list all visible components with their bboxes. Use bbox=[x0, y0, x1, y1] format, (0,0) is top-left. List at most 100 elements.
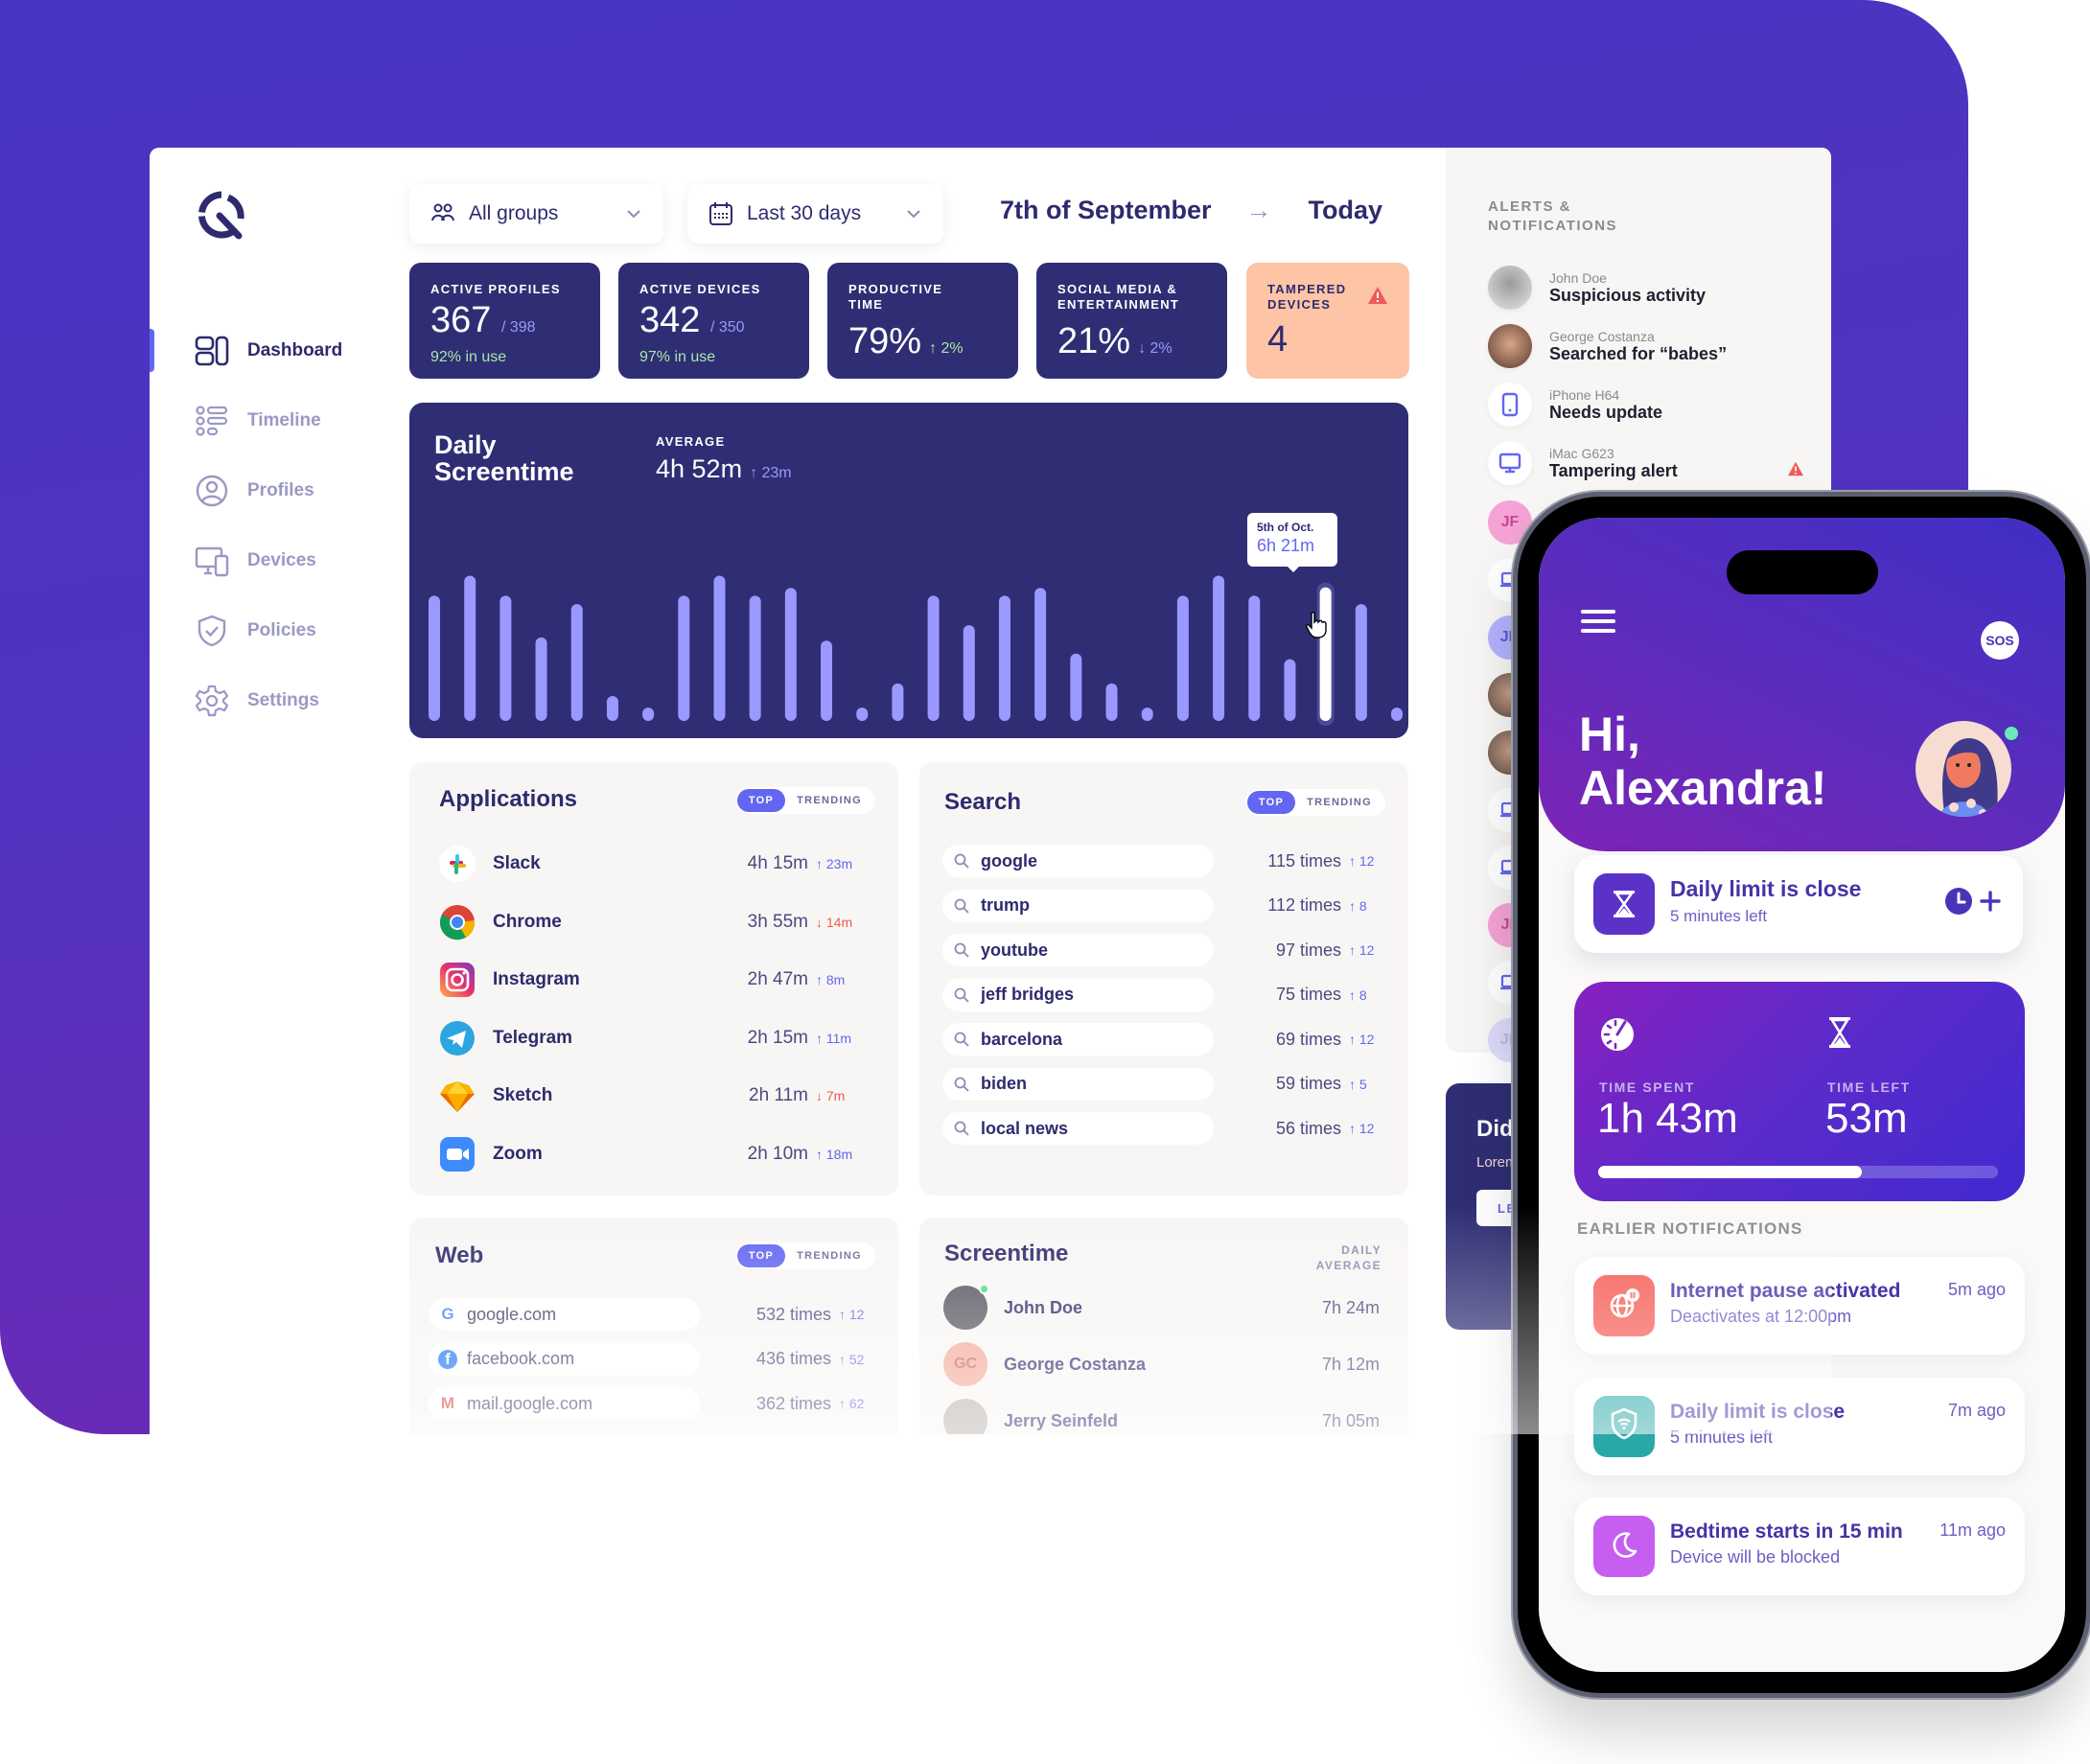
globe-pause-icon bbox=[1608, 1288, 1640, 1325]
alert-source: George Costanza bbox=[1549, 328, 1655, 344]
chart-bar[interactable] bbox=[1070, 653, 1082, 721]
chart-bar[interactable] bbox=[1319, 587, 1332, 721]
chart-bar[interactable] bbox=[927, 595, 940, 721]
toggle-top[interactable]: Top bbox=[736, 1244, 786, 1267]
sidebar-item-timeline[interactable]: Timeline bbox=[150, 385, 370, 455]
alert-avatar[interactable]: JF bbox=[1488, 500, 1532, 545]
stat-active-profiles[interactable]: Active profiles 367 / 398 92% in use bbox=[409, 263, 600, 379]
daily-limit-card[interactable]: Daily limit is close 5 minutes left bbox=[1574, 855, 2023, 953]
chart-bar[interactable] bbox=[1034, 588, 1047, 721]
web-row: f facebook.com 436 times ↑ 52 bbox=[429, 1342, 873, 1376]
web-site-pill[interactable]: Ggoogle.com bbox=[429, 1298, 700, 1331]
chart-bar[interactable] bbox=[1391, 708, 1403, 721]
group-dropdown[interactable]: All groups bbox=[409, 184, 663, 244]
sos-button[interactable]: SOS bbox=[1981, 621, 2019, 660]
sidebar-item-policies[interactable]: Policies bbox=[150, 595, 370, 665]
toggle-trending[interactable]: Trending bbox=[1295, 791, 1383, 814]
chart-bar[interactable] bbox=[1284, 659, 1296, 721]
period-dropdown[interactable]: Last 30 days bbox=[687, 184, 943, 244]
notification-card[interactable]: Daily limit is close 5 minutes left 7m ago bbox=[1574, 1377, 2025, 1475]
panel-title: Applications bbox=[439, 786, 578, 812]
search-query-pill[interactable]: google bbox=[942, 845, 1214, 877]
stat-productive-time[interactable]: Productive time 79% ↑ 2% bbox=[827, 263, 1018, 379]
sidebar-item-devices[interactable]: Devices bbox=[150, 525, 370, 595]
toggle-trending[interactable]: Trending bbox=[785, 789, 873, 812]
add-time-button[interactable] bbox=[1944, 887, 2002, 916]
sidebar-item-dashboard[interactable]: Dashboard bbox=[150, 315, 370, 385]
chart-tooltip: 5th of Oct. 6h 21m bbox=[1247, 513, 1337, 572]
search-query-pill[interactable]: jeff bridges bbox=[942, 978, 1214, 1011]
app-row[interactable]: Chrome 3h 55m ↓ 14m bbox=[439, 903, 873, 941]
notification-time: 5m ago bbox=[1947, 1280, 2006, 1299]
toggle-top[interactable]: Top bbox=[1246, 791, 1296, 814]
app-row[interactable]: Telegram 2h 15m ↑ 11m bbox=[439, 1019, 873, 1057]
toggle-trending[interactable]: Trending bbox=[785, 1244, 873, 1267]
chart-bar[interactable] bbox=[499, 595, 512, 721]
chart-bar[interactable] bbox=[1248, 595, 1261, 721]
app-row[interactable]: Slack 4h 15m ↑ 23m bbox=[439, 845, 873, 883]
chart-bar[interactable] bbox=[892, 683, 904, 721]
child-avatar[interactable] bbox=[1916, 721, 2011, 817]
date-to[interactable]: Today bbox=[1309, 196, 1383, 225]
web-site-pill[interactable]: f facebook.com bbox=[429, 1342, 700, 1376]
sidebar-item-settings[interactable]: Settings bbox=[150, 665, 370, 735]
chart-bar[interactable] bbox=[1213, 575, 1225, 721]
app-row[interactable]: Sketch 2h 11m ↓ 7m bbox=[439, 1077, 873, 1115]
alert-row[interactable]: iPhone H64 Needs update bbox=[1488, 382, 1804, 428]
chart-bar[interactable] bbox=[1105, 683, 1118, 721]
stat-active-devices[interactable]: Active devices 342 / 350 97% in use bbox=[618, 263, 809, 379]
screentime-row[interactable]: GC George Costanza 7h 12m bbox=[943, 1341, 1380, 1387]
chart-bar[interactable] bbox=[1355, 604, 1367, 721]
search-query-pill[interactable]: trump bbox=[942, 889, 1214, 922]
search-query-pill[interactable]: barcelona bbox=[942, 1023, 1214, 1056]
app-time: 2h 10m bbox=[747, 1143, 808, 1164]
web-site: facebook.com bbox=[467, 1349, 575, 1368]
search-query-pill[interactable]: youtube bbox=[942, 934, 1214, 966]
alert-row[interactable]: George Costanza Searched for “babes” bbox=[1488, 323, 1804, 369]
chart-bar[interactable] bbox=[535, 637, 547, 721]
chart-bar[interactable] bbox=[642, 708, 655, 721]
search-row: trump 112 times ↑ 8 bbox=[942, 889, 1383, 922]
app-row[interactable]: Zoom 2h 10m ↑ 18m bbox=[439, 1135, 873, 1173]
stat-social-media[interactable]: Social media & entertainment 21% ↓ 2% bbox=[1036, 263, 1227, 379]
telegram-icon bbox=[439, 1020, 476, 1056]
toggle-top[interactable]: Top bbox=[736, 789, 786, 812]
notification-card[interactable]: Internet pause activated Deactivates at 1… bbox=[1574, 1257, 2025, 1355]
hamburger-menu-icon[interactable] bbox=[1581, 606, 1615, 637]
chart-bar[interactable] bbox=[784, 588, 797, 721]
sidebar-item-label: Timeline bbox=[247, 409, 321, 430]
chart-bar[interactable] bbox=[429, 595, 440, 721]
web-site-pill[interactable]: Mmail.google.com bbox=[429, 1387, 700, 1420]
chart-bar[interactable] bbox=[678, 595, 690, 721]
search-query-pill[interactable]: biden bbox=[942, 1067, 1214, 1101]
alert-row[interactable]: iMac G623 Tampering alert bbox=[1488, 440, 1804, 486]
stat-total: / 350 bbox=[709, 319, 745, 336]
search-icon bbox=[954, 1121, 969, 1136]
daily-screentime-chart: Daily Screentime Average 4h 52m ↑ 23m 5th… bbox=[409, 403, 1408, 738]
screentime-row[interactable]: John Doe 7h 24m bbox=[943, 1284, 1380, 1331]
chart-bar[interactable] bbox=[749, 595, 761, 721]
alert-row[interactable]: John Doe Suspicious activity bbox=[1488, 265, 1804, 311]
timeline-icon bbox=[196, 405, 228, 436]
chart-bar[interactable] bbox=[713, 575, 726, 721]
app-row[interactable]: Instagram 2h 47m ↑ 8m bbox=[439, 961, 873, 999]
phone-badge bbox=[1488, 383, 1532, 427]
chart-bar[interactable] bbox=[963, 625, 975, 721]
chart-bar[interactable] bbox=[856, 708, 869, 721]
sidebar-item-profiles[interactable]: Profiles bbox=[150, 455, 370, 525]
tooltip-date: 5th of Oct. bbox=[1257, 521, 1314, 534]
notification-card[interactable]: Bedtime starts in 15 min Device will be b… bbox=[1574, 1497, 2025, 1595]
chart-bar[interactable] bbox=[821, 640, 833, 721]
stat-tampered-devices[interactable]: Tampered devices 4 bbox=[1246, 263, 1409, 379]
chart-bar[interactable] bbox=[998, 595, 1010, 721]
search-query-pill[interactable]: local news bbox=[942, 1112, 1214, 1145]
chart-bar[interactable] bbox=[606, 696, 618, 721]
slack-icon bbox=[439, 846, 476, 882]
screentime-row[interactable]: Jerry Seinfeld 7h 05m bbox=[943, 1398, 1380, 1434]
chart-bar[interactable] bbox=[464, 575, 476, 721]
chart-bar[interactable] bbox=[570, 604, 583, 721]
chart-bar[interactable] bbox=[1141, 708, 1153, 721]
chart-bar[interactable] bbox=[1176, 595, 1189, 721]
date-from[interactable]: 7th of September bbox=[1000, 196, 1212, 225]
hand-cursor-icon bbox=[1306, 612, 1327, 638]
